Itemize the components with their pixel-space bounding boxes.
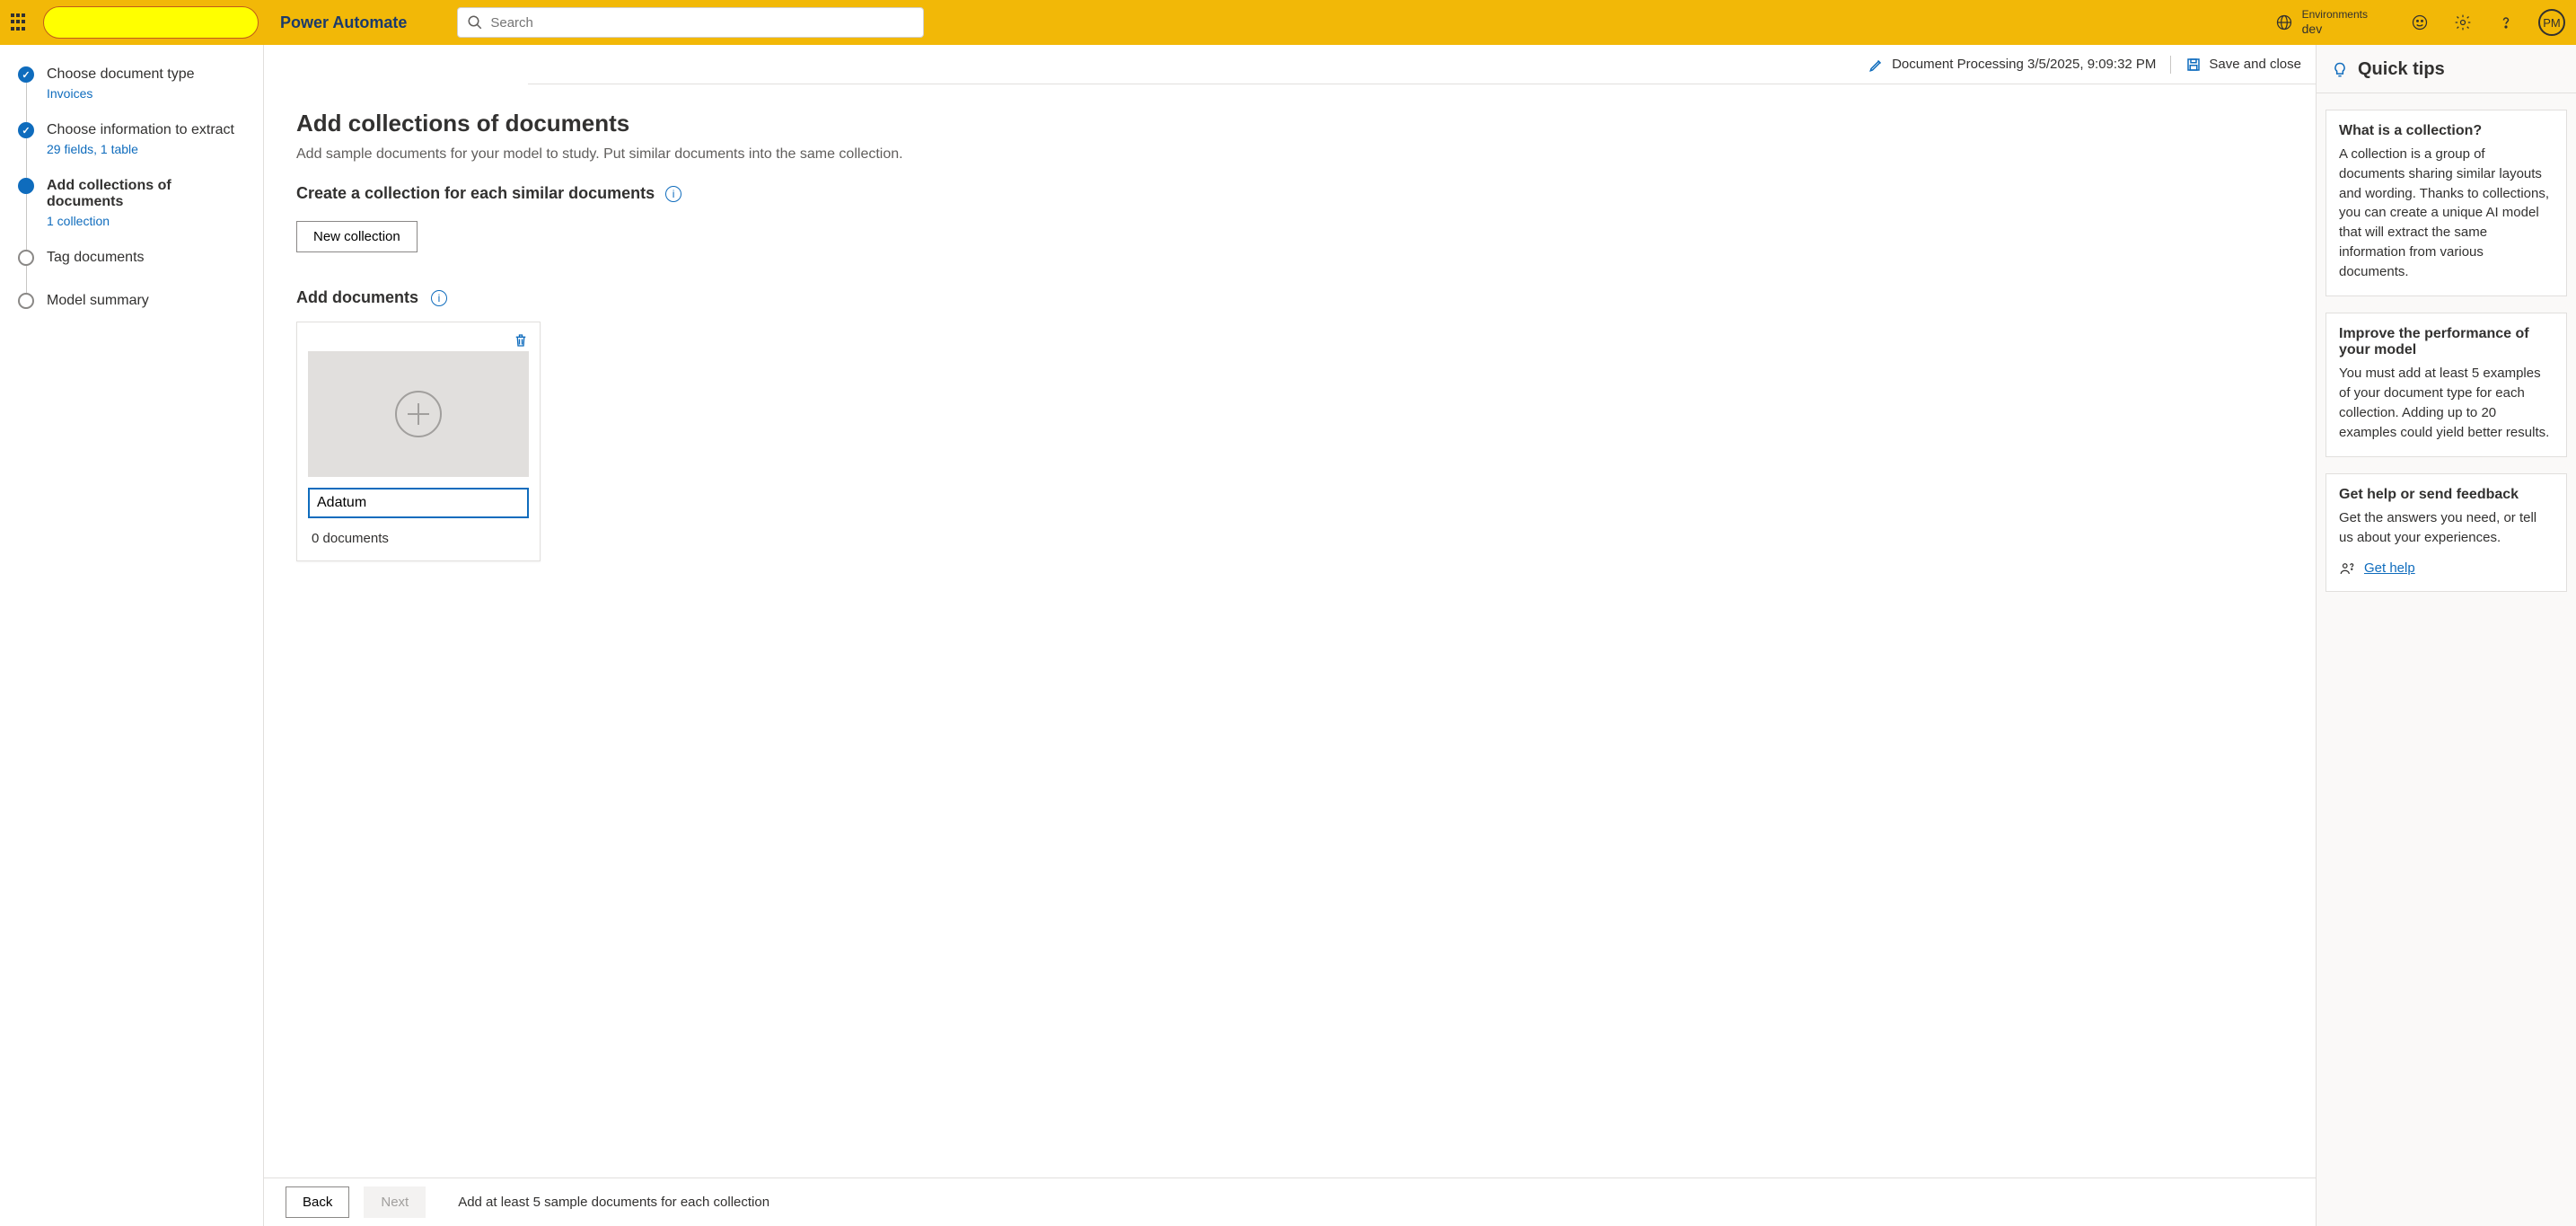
document-toolbar: Document Processing 3/5/2025, 9:09:32 PM… — [528, 45, 2316, 84]
step-empty-icon — [18, 250, 34, 266]
environment-label: Environments — [2302, 8, 2368, 21]
trash-icon — [513, 331, 529, 349]
global-search[interactable] — [457, 7, 924, 38]
page-description: Add sample documents for your model to s… — [296, 146, 2283, 163]
app-header: Power Automate Environments dev PM — [0, 0, 2576, 45]
tip-body: Get the answers you need, or tell us abo… — [2339, 508, 2554, 548]
step-title: Add collections of documents — [47, 178, 245, 210]
create-collection-heading: Create a collection for each similar doc… — [296, 184, 655, 203]
info-icon[interactable]: i — [431, 290, 447, 306]
collection-document-count: 0 documents — [308, 531, 529, 546]
back-button[interactable]: Back — [286, 1186, 349, 1218]
tip-title: Improve the performance of your model — [2339, 326, 2554, 358]
step-title: Choose information to extract — [47, 122, 234, 138]
step-model-summary[interactable]: Model summary — [18, 293, 245, 331]
wizard-stepper: Choose document type Invoices Choose inf… — [0, 45, 264, 1226]
search-icon — [467, 14, 483, 31]
rename-model[interactable]: Document Processing 3/5/2025, 9:09:32 PM — [1868, 57, 2156, 73]
step-tag-documents[interactable]: Tag documents — [18, 250, 245, 293]
globe-icon — [2275, 13, 2293, 31]
redaction-highlight — [43, 6, 259, 39]
footer-hint: Add at least 5 sample documents for each… — [458, 1195, 769, 1210]
product-brand: Power Automate — [280, 13, 407, 32]
tip-card-help: Get help or send feedback Get the answer… — [2325, 473, 2567, 592]
step-subtext[interactable]: 29 fields, 1 table — [47, 142, 234, 156]
step-empty-icon — [18, 293, 34, 309]
add-documents-dropzone[interactable] — [308, 351, 529, 477]
settings-icon[interactable] — [2452, 12, 2474, 33]
collection-name-input[interactable] — [308, 488, 529, 518]
get-help-link[interactable]: Get help — [2364, 560, 2415, 576]
info-icon[interactable]: i — [665, 186, 681, 202]
plus-icon — [395, 391, 442, 437]
step-subtext[interactable]: 1 collection — [47, 214, 245, 228]
tip-title: Get help or send feedback — [2339, 487, 2554, 503]
environment-value: dev — [2302, 22, 2368, 37]
main-content: Add collections of documents Add sample … — [264, 84, 2316, 1226]
step-title: Choose document type — [47, 66, 195, 83]
step-checkmark-icon — [18, 66, 34, 83]
step-title: Tag documents — [47, 250, 145, 266]
quick-tips-panel: Quick tips What is a collection? A colle… — [2316, 45, 2576, 1226]
step-choose-information[interactable]: Choose information to extract 29 fields,… — [18, 122, 245, 178]
step-subtext[interactable]: Invoices — [47, 86, 195, 101]
search-input[interactable] — [490, 15, 914, 31]
tip-body: A collection is a group of documents sha… — [2339, 145, 2554, 281]
page-title: Add collections of documents — [296, 110, 2283, 137]
tips-heading: Quick tips — [2358, 59, 2445, 80]
tip-title: What is a collection? — [2339, 123, 2554, 139]
step-checkmark-icon — [18, 122, 34, 138]
wizard-footer: Back Next Add at least 5 sample document… — [264, 1177, 2316, 1226]
step-title: Model summary — [47, 293, 149, 309]
person-help-icon — [2339, 560, 2355, 577]
tip-body: You must add at least 5 examples of your… — [2339, 364, 2554, 442]
user-avatar[interactable]: PM — [2538, 9, 2565, 36]
tip-card-collection: What is a collection? A collection is a … — [2325, 110, 2567, 296]
save-and-close-button[interactable]: Save and close — [2185, 57, 2301, 73]
tip-card-performance: Improve the performance of your model Yo… — [2325, 313, 2567, 457]
lightbulb-icon — [2331, 61, 2349, 79]
help-icon[interactable] — [2495, 12, 2517, 33]
environment-picker[interactable]: Environments dev — [2275, 8, 2368, 36]
collection-card: 0 documents — [296, 322, 541, 561]
feedback-icon[interactable] — [2409, 12, 2431, 33]
step-choose-document-type[interactable]: Choose document type Invoices — [18, 66, 245, 122]
edit-icon — [1868, 57, 1885, 73]
save-label: Save and close — [2209, 57, 2301, 72]
step-current-icon — [18, 178, 34, 194]
save-icon — [2185, 57, 2202, 73]
next-button: Next — [364, 1186, 426, 1218]
new-collection-button[interactable]: New collection — [296, 221, 418, 252]
model-name: Document Processing 3/5/2025, 9:09:32 PM — [1892, 57, 2156, 72]
step-add-collections[interactable]: Add collections of documents 1 collectio… — [18, 178, 245, 250]
app-launcher-icon[interactable] — [11, 13, 29, 31]
delete-collection-button[interactable] — [513, 331, 529, 349]
add-documents-heading: Add documents — [296, 288, 418, 307]
